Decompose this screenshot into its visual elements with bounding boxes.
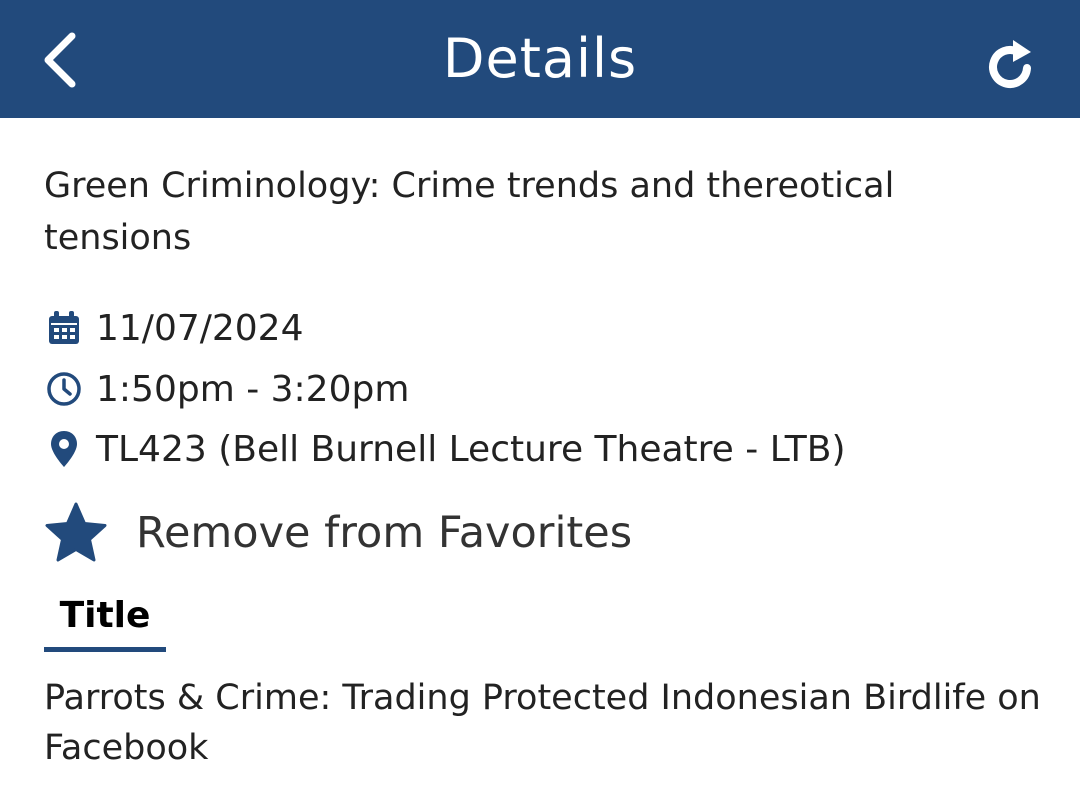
back-button[interactable] (30, 28, 90, 92)
session-details: Green Criminology: Crime trends and ther… (44, 160, 1044, 264)
tab-title-label: Title (59, 595, 151, 636)
chevron-left-icon (44, 32, 76, 88)
time-row: 1:50pm - 3:20pm (44, 364, 409, 414)
session-time: 1:50pm - 3:20pm (96, 368, 410, 410)
page-title: Details (442, 27, 638, 90)
location-row: TL423 (Bell Burnell Lecture Theatre - LT… (44, 424, 846, 474)
favorites-label: Remove from Favorites (136, 508, 633, 558)
tab-active-indicator (44, 647, 166, 652)
refresh-icon (989, 40, 1031, 88)
clock-icon (44, 369, 84, 409)
remove-from-favorites-button[interactable]: Remove from Favorites (44, 498, 632, 568)
star-icon (45, 502, 107, 562)
calendar-icon (44, 308, 84, 348)
session-date: 11/07/2024 (96, 307, 304, 349)
date-row: 11/07/2024 (44, 303, 304, 353)
refresh-button[interactable] (980, 28, 1044, 96)
session-title: Green Criminology: Crime trends and ther… (44, 166, 895, 258)
tab-title[interactable]: Title (44, 588, 166, 652)
map-pin-icon (44, 429, 84, 469)
header-bar: Details (0, 0, 1080, 118)
session-location: TL423 (Bell Burnell Lecture Theatre - LT… (96, 428, 846, 470)
talk-title: Parrots & Crime: Trading Protected Indon… (44, 678, 1041, 768)
